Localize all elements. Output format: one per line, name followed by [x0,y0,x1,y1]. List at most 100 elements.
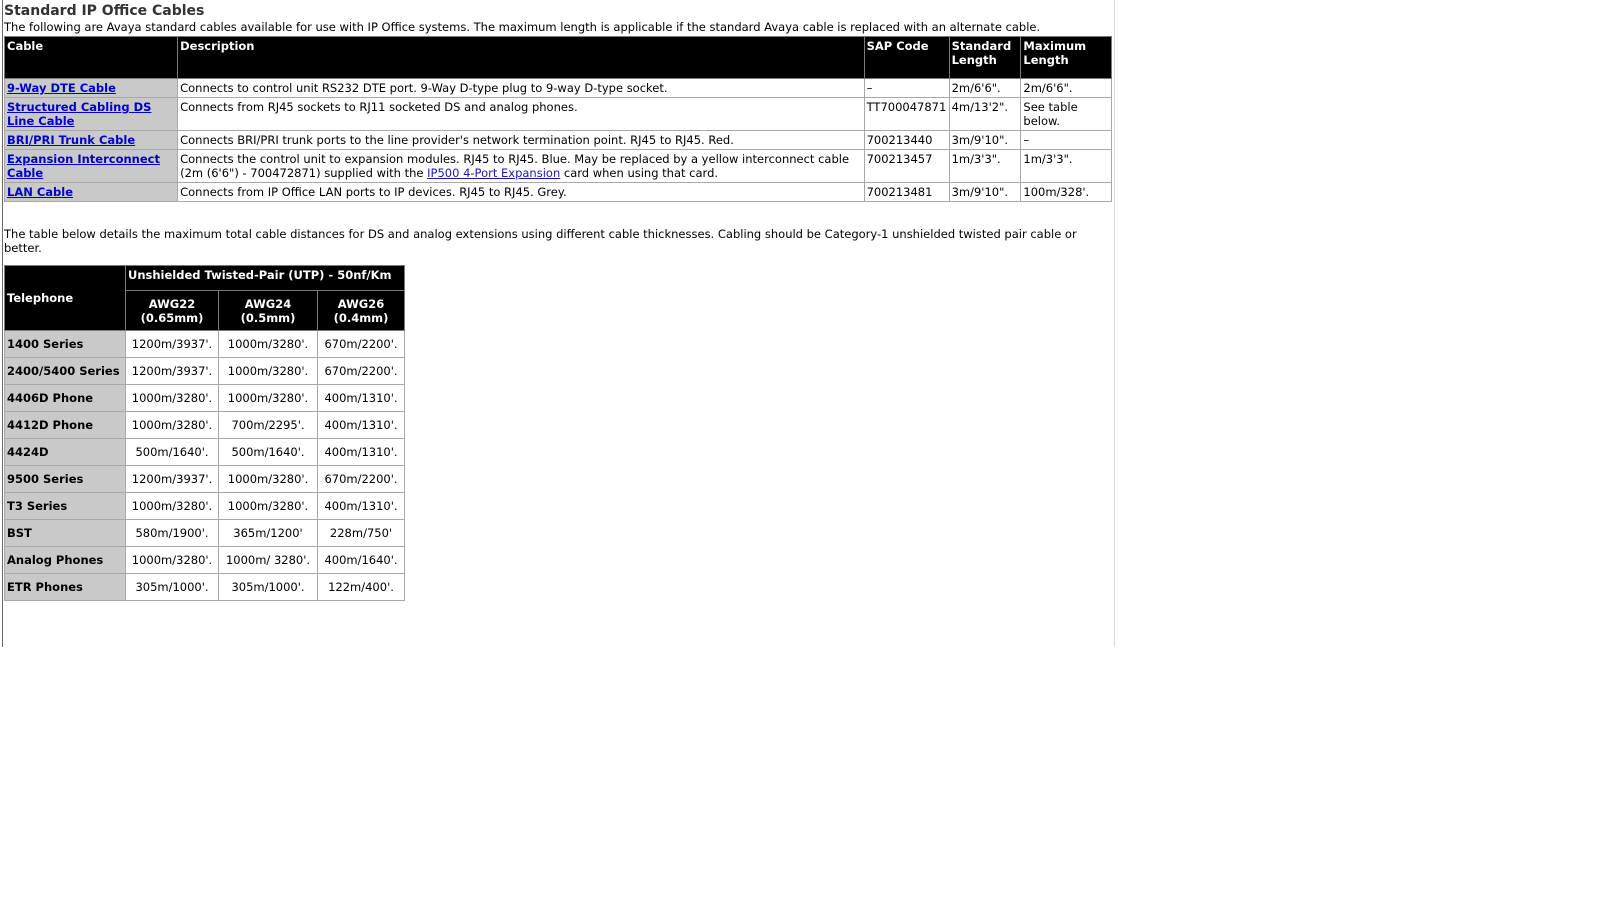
awg24-value: 305m/1000'. [218,573,318,601]
link-ip500-4-port-expansion[interactable]: IP500 4-Port Expansion [427,166,560,180]
awg24-value: 1000m/3280'. [218,384,318,412]
cable-description: Connects BRI/PRI trunk ports to the line… [177,130,865,150]
phone-name: 4406D Phone [4,384,126,412]
awg24-value: 365m/1200' [218,519,318,547]
header-sap-code: SAP Code [863,36,950,79]
awg24-value: 1000m/3280'. [218,492,318,520]
header-cable: Cable [3,36,179,79]
page-content: Standard IP Office Cables The following … [3,2,1112,601]
awg22-value: 1000m/3280'. [125,546,219,574]
awg24-value: 1000m/3280'. [218,357,318,385]
awg26-value: 670m/2200'. [317,465,405,493]
description-text: card when using that card. [560,166,719,180]
header-telephone: Telephone [4,265,126,331]
table-row: 1400 Series 1200m/3937'. 1000m/3280'. 67… [4,330,405,358]
awg26-value: 122m/400'. [317,573,405,601]
link-lan-cable[interactable]: LAN Cable [7,185,73,199]
phones-header-row: Telephone Unshielded Twisted-Pair (UTP) … [4,265,405,331]
page-title: Standard IP Office Cables [4,3,205,19]
header-awg26: AWG26 (0.4mm) [317,290,405,331]
cable-sap-code: 700213457 [863,149,950,183]
phone-name: BST [4,519,126,547]
phone-name: T3 Series [4,492,126,520]
cable-maximum-length: See table below. [1020,97,1112,131]
cable-sap-code: – [863,78,950,98]
awg26-value: 228m/750' [317,519,405,547]
cable-standard-length: 3m/9'10". [948,130,1022,150]
cable-sap-code: 700213481 [863,182,950,202]
cable-sap-code: TT700047871 [863,97,950,131]
awg22-value: 580m/1900'. [125,519,219,547]
awg24-value: 500m/1640'. [218,438,318,466]
awg24-value: 1000m/3280'. [218,330,318,358]
table-row: Structured Cabling DS Line Cable Connect… [3,97,1112,131]
link-bri-pri-trunk-cable[interactable]: BRI/PRI Trunk Cable [7,133,135,147]
cables-table: Cable Description SAP Code Standard Leng… [3,36,1112,202]
awg22-value: 1000m/3280'. [125,492,219,520]
table-row: T3 Series 1000m/3280'. 1000m/3280'. 400m… [4,492,405,520]
awg22-value: 1200m/3937'. [125,330,219,358]
cable-standard-length: 4m/13'2". [948,97,1022,131]
awg26-value: 400m/1310'. [317,384,405,412]
awg26-value: 400m/1310'. [317,411,405,439]
cable-sap-code: 700213440 [863,130,950,150]
awg26-value: 400m/1310'. [317,438,405,466]
awg22-value: 1200m/3937'. [125,357,219,385]
table-row: 2400/5400 Series 1200m/3937'. 1000m/3280… [4,357,405,385]
awg24-value: 1000m/ 3280'. [218,546,318,574]
table-row: ETR Phones 305m/1000'. 305m/1000'. 122m/… [4,573,405,601]
awg22-value: 500m/1640'. [125,438,219,466]
cable-standard-length: 3m/9'10". [948,182,1022,202]
phone-name: 4412D Phone [4,411,126,439]
phone-name: 4424D [4,438,126,466]
cable-standard-length: 2m/6'6". [948,78,1022,98]
cable-description: Connects the control unit to expansion m… [177,149,865,183]
cable-maximum-length: 2m/6'6". [1020,78,1112,98]
table-row: 4406D Phone 1000m/3280'. 1000m/3280'. 40… [4,384,405,412]
cable-maximum-length: 100m/328'. [1020,182,1112,202]
table-row: 4412D Phone 1000m/3280'. 700m/2295'. 400… [4,411,405,439]
intro-text: The following are Avaya standard cables … [4,20,1041,34]
phone-name: 2400/5400 Series [4,357,126,385]
awg22-value: 305m/1000'. [125,573,219,601]
header-utp-group: Unshielded Twisted-Pair (UTP) - 50nf/Km [125,265,405,291]
table-row: BST 580m/1900'. 365m/1200' 228m/750' [4,519,405,547]
phone-name: 9500 Series [4,465,126,493]
header-description: Description [177,36,865,79]
table-row: 9-Way DTE Cable Connects to control unit… [3,78,1112,98]
cable-maximum-length: 1m/3'3". [1020,149,1112,183]
awg22-value: 1200m/3937'. [125,465,219,493]
phone-name: Analog Phones [4,546,126,574]
awg26-value: 400m/1310'. [317,492,405,520]
awg26-value: 670m/2200'. [317,357,405,385]
cable-standard-length: 1m/3'3". [948,149,1022,183]
cable-maximum-length: – [1020,130,1112,150]
table-row: 4424D 500m/1640'. 500m/1640'. 400m/1310'… [4,438,405,466]
cable-description: Connects from IP Office LAN ports to IP … [177,182,865,202]
table-row: Analog Phones 1000m/3280'. 1000m/ 3280'.… [4,546,405,574]
table-row: BRI/PRI Trunk Cable Connects BRI/PRI tru… [3,130,1112,150]
phone-name: 1400 Series [4,330,126,358]
cable-description: Connects to control unit RS232 DTE port.… [177,78,865,98]
table-row: Expansion Interconnect Cable Connects th… [3,149,1112,183]
header-standard-length: Standard Length [948,36,1022,79]
cable-description: Connects from RJ45 sockets to RJ11 socke… [177,97,865,131]
table-row: LAN Cable Connects from IP Office LAN po… [3,182,1112,202]
awg26-value: 670m/2200'. [317,330,405,358]
header-maximum-length: Maximum Length [1020,36,1112,79]
phone-name: ETR Phones [4,573,126,601]
header-awg22: AWG22 (0.65mm) [125,290,219,331]
distance-note: The table below details the maximum tota… [4,227,1077,255]
table-row: 9500 Series 1200m/3937'. 1000m/3280'. 67… [4,465,405,493]
awg24-value: 700m/2295'. [218,411,318,439]
header-awg24: AWG24 (0.5mm) [218,290,318,331]
awg22-value: 1000m/3280'. [125,411,219,439]
link-expansion-interconnect-cable[interactable]: Expansion Interconnect Cable [7,152,160,180]
awg24-value: 1000m/3280'. [218,465,318,493]
link-structured-cabling-ds-line-cable[interactable]: Structured Cabling DS Line Cable [7,100,151,128]
cables-header-row: Cable Description SAP Code Standard Leng… [3,36,1112,79]
link-9-way-dte-cable[interactable]: 9-Way DTE Cable [7,81,116,95]
awg22-value: 1000m/3280'. [125,384,219,412]
phones-distance-table: Telephone Unshielded Twisted-Pair (UTP) … [4,265,405,601]
awg26-value: 400m/1640'. [317,546,405,574]
